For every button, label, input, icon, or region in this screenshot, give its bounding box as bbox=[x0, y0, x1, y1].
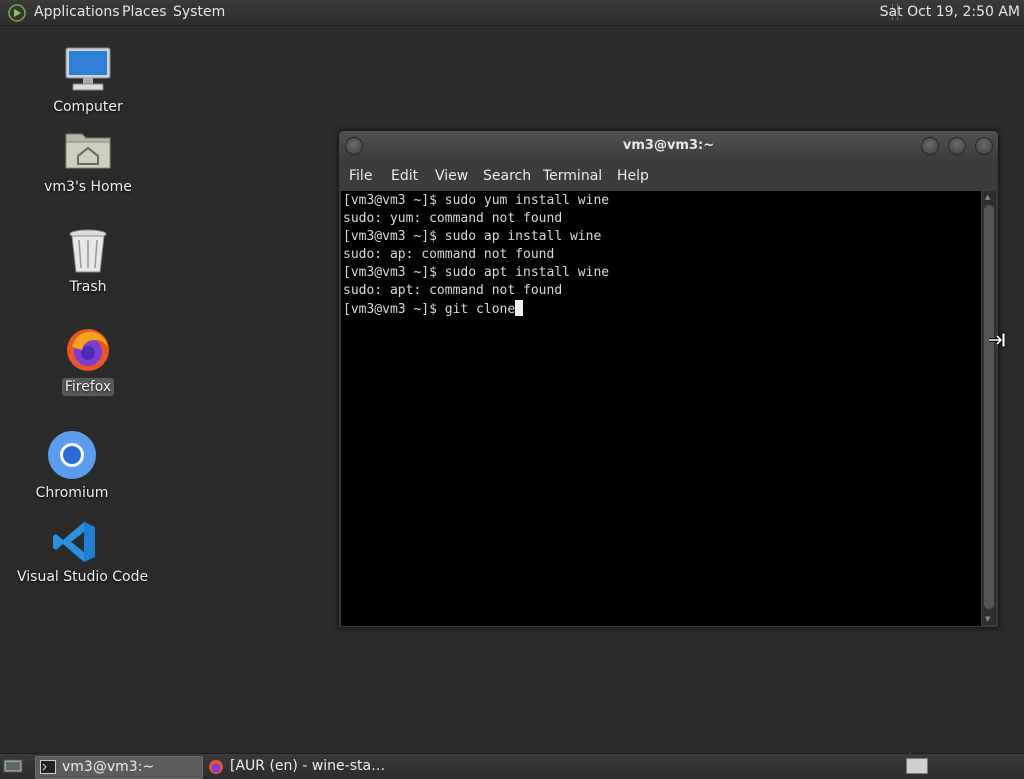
desktop-icon-trash[interactable]: Trash bbox=[48, 228, 128, 296]
current-input: [vm3@vm3 ~]$ git clone bbox=[343, 302, 516, 317]
maximize-button[interactable] bbox=[948, 137, 966, 155]
terminal-line: [vm3@vm3 ~]$ sudo yum install wine bbox=[343, 193, 610, 208]
firefox-icon bbox=[208, 759, 224, 779]
terminal-icon bbox=[40, 760, 56, 778]
computer-icon bbox=[63, 47, 113, 98]
desktop-icon-label: Computer bbox=[53, 99, 123, 115]
places-menu[interactable]: Places bbox=[122, 4, 167, 20]
scroll-down-arrow-icon[interactable]: ▼ bbox=[985, 615, 990, 623]
desktop-icon-label: Firefox bbox=[61, 378, 115, 396]
distro-logo-icon[interactable] bbox=[8, 4, 26, 22]
vscode-icon bbox=[51, 522, 97, 568]
clock[interactable]: Sat Oct 19, 2:50 AM bbox=[880, 4, 1020, 20]
desktop-icon-vscode[interactable]: Visual Studio Code bbox=[14, 520, 148, 586]
terminal-line: sudo: apt: command not found bbox=[343, 283, 563, 298]
resize-cursor-icon bbox=[988, 331, 1008, 353]
desktop-icon-home[interactable]: vm3's Home bbox=[40, 126, 136, 196]
terminal-prompt-line[interactable]: [vm3@vm3 ~]$ git clone bbox=[341, 300, 981, 318]
terminal-line: [vm3@vm3 ~]$ sudo ap install wine bbox=[343, 229, 602, 244]
menu-edit[interactable]: Edit bbox=[391, 168, 418, 184]
menu-view[interactable]: View bbox=[435, 168, 468, 184]
taskbar-item-label: vm3@vm3:~ bbox=[62, 759, 155, 775]
terminal-scrollbar[interactable]: ▲ ▼ bbox=[982, 191, 996, 625]
menu-file[interactable]: File bbox=[349, 168, 372, 184]
chromium-icon bbox=[47, 431, 97, 484]
desktop-icon-computer[interactable]: Computer bbox=[44, 44, 132, 116]
taskbar-item-label: [AUR (en) - wine-sta… bbox=[230, 758, 386, 774]
window-title: vm3@vm3:~ bbox=[622, 138, 715, 153]
menu-help[interactable]: Help bbox=[617, 168, 649, 184]
desktop-icon-firefox[interactable]: Firefox bbox=[48, 326, 128, 396]
firefox-icon bbox=[64, 329, 112, 378]
terminal-menubar: File Edit View Search Terminal Help bbox=[339, 161, 998, 190]
text-cursor bbox=[515, 300, 524, 316]
show-desktop-icon[interactable] bbox=[3, 758, 23, 778]
minimize-button[interactable] bbox=[921, 137, 939, 155]
menu-search[interactable]: Search bbox=[483, 168, 531, 184]
home-folder-icon bbox=[63, 133, 113, 178]
desktop-icon-label: Trash bbox=[69, 279, 107, 295]
menu-terminal[interactable]: Terminal bbox=[543, 168, 602, 184]
top-panel: Applications Places System Sat Oct 19, 2… bbox=[0, 0, 1024, 26]
scroll-up-arrow-icon[interactable]: ▲ bbox=[985, 193, 990, 201]
terminal-line: sudo: yum: command not found bbox=[343, 211, 563, 226]
terminal-screen[interactable]: [vm3@vm3 ~]$ sudo yum install wine sudo:… bbox=[341, 191, 981, 626]
workspace-switcher[interactable] bbox=[906, 758, 928, 774]
desktop-icon-label: vm3's Home bbox=[44, 179, 132, 195]
system-menu[interactable]: System bbox=[173, 4, 225, 20]
bottom-panel: vm3@vm3:~ [AUR (en) - wine-sta… bbox=[0, 753, 1024, 779]
close-button[interactable] bbox=[975, 137, 993, 155]
scrollbar-thumb[interactable] bbox=[984, 205, 994, 609]
window-titlebar[interactable]: vm3@vm3:~ bbox=[339, 131, 998, 161]
terminal-line: [vm3@vm3 ~]$ sudo apt install wine bbox=[343, 265, 610, 280]
desktop-icon-label: Visual Studio Code bbox=[17, 569, 149, 585]
desktop-icon-chromium[interactable]: Chromium bbox=[30, 430, 114, 502]
trash-icon bbox=[67, 229, 109, 278]
terminal-line: sudo: ap: command not found bbox=[343, 247, 555, 262]
terminal-window[interactable]: vm3@vm3:~ File Edit View Search Terminal… bbox=[338, 130, 999, 628]
taskbar-item-terminal[interactable]: vm3@vm3:~ bbox=[35, 756, 203, 779]
taskbar-item-firefox[interactable]: [AUR (en) - wine-sta… bbox=[204, 756, 385, 779]
applications-menu[interactable]: Applications bbox=[34, 4, 120, 20]
desktop-icon-label: Chromium bbox=[35, 485, 109, 501]
